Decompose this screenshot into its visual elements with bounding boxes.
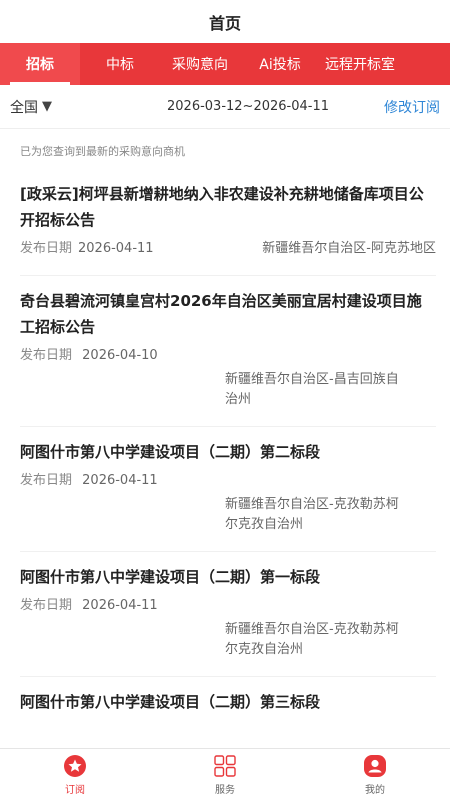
- tab-bidding[interactable]: 招标: [0, 43, 80, 85]
- page-title: 首页: [208, 13, 241, 33]
- item-region: 新疆维吾尔自治区-克孜勒苏柯尔克孜自治州: [225, 497, 399, 532]
- item-meta: 发布日期 2026-04-11 新疆维吾尔自治区-克孜勒苏柯尔克孜自治州: [20, 471, 436, 535]
- tab-winning-bid[interactable]: 中标: [80, 43, 160, 85]
- subscribe-icon: [63, 754, 87, 778]
- item-meta: 发布日期 2026-04-11 新疆维吾尔自治区-阿克苏地区: [20, 239, 436, 259]
- publish-date: 2026-04-10: [82, 348, 158, 363]
- user-icon: [363, 754, 387, 778]
- date-label: 发布日期: [20, 473, 73, 488]
- item-region: 新疆维吾尔自治区-昌吉回族自治州: [225, 372, 399, 407]
- tab-procurement-intent[interactable]: 采购意向: [160, 43, 240, 85]
- tab-ai-bidding[interactable]: Ai投标: [240, 43, 320, 85]
- list-item[interactable]: 阿图什市第八中学建设项目（二期）第三标段: [20, 677, 436, 731]
- publish-date: 2026-04-11: [78, 241, 154, 256]
- tab-remote-bid-opening[interactable]: 远程开标室: [320, 43, 400, 85]
- item-title: 奇台县碧流河镇皇宫村2026年自治区美丽宜居村建设项目施工招标公告: [20, 292, 422, 336]
- tender-list: [政采云]柯坪县新增耕地纳入非农建设补充耕地储备库项目公开招标公告 发布日期 2…: [0, 169, 450, 731]
- date-label: 发布日期: [20, 241, 73, 256]
- caret-down-icon: ▼: [42, 99, 52, 114]
- item-title: 阿图什市第八中学建设项目（二期）第二标段: [20, 443, 321, 461]
- item-title: 阿图什市第八中学建设项目（二期）第一标段: [20, 568, 321, 586]
- filter-bar: 全国 ▼ 2026-03-12~2026-04-11 修改订阅: [0, 85, 450, 129]
- region-value: 全国: [10, 99, 38, 116]
- nav-mine[interactable]: 我的: [300, 749, 450, 800]
- category-tabs: 招标 中标 采购意向 Ai投标 远程开标室: [0, 43, 450, 85]
- nav-subscribe[interactable]: 订阅: [0, 749, 150, 800]
- item-region: 新疆维吾尔自治区-阿克苏地区: [262, 241, 436, 256]
- grid-icon: [213, 754, 237, 778]
- date-label: 发布日期: [20, 598, 73, 613]
- item-meta: 发布日期 2026-04-11 新疆维吾尔自治区-克孜勒苏柯尔克孜自治州: [20, 596, 436, 660]
- nav-label: 服务: [215, 784, 235, 796]
- nav-label: 我的: [365, 784, 385, 796]
- item-region: 新疆维吾尔自治区-克孜勒苏柯尔克孜自治州: [225, 622, 399, 657]
- result-notice: 已为您查询到最新的采购意向商机: [20, 145, 185, 158]
- bottom-navigation: 订阅 服务 我的: [0, 748, 450, 800]
- publish-date: 2026-04-11: [82, 473, 158, 488]
- region-selector[interactable]: 全国 ▼: [10, 97, 120, 117]
- nav-label: 订阅: [65, 784, 85, 796]
- top-bar: 首页: [0, 0, 450, 43]
- nav-service[interactable]: 服务: [150, 749, 300, 800]
- item-title: 阿图什市第八中学建设项目（二期）第三标段: [20, 693, 321, 711]
- list-item[interactable]: 奇台县碧流河镇皇宫村2026年自治区美丽宜居村建设项目施工招标公告 发布日期 2…: [20, 276, 436, 427]
- publish-date: 2026-04-11: [82, 598, 158, 613]
- list-item[interactable]: [政采云]柯坪县新增耕地纳入非农建设补充耕地储备库项目公开招标公告 发布日期 2…: [20, 169, 436, 276]
- list-item[interactable]: 阿图什市第八中学建设项目（二期）第一标段 发布日期 2026-04-11 新疆维…: [20, 552, 436, 677]
- date-range[interactable]: 2026-03-12~2026-04-11: [120, 99, 376, 114]
- date-label: 发布日期: [20, 348, 73, 363]
- edit-subscription-link[interactable]: 修改订阅: [384, 97, 440, 117]
- list-item[interactable]: 阿图什市第八中学建设项目（二期）第二标段 发布日期 2026-04-11 新疆维…: [20, 427, 436, 552]
- item-meta: 发布日期 2026-04-10 新疆维吾尔自治区-昌吉回族自治州: [20, 346, 436, 410]
- item-title: [政采云]柯坪县新增耕地纳入非农建设补充耕地储备库项目公开招标公告: [20, 185, 424, 229]
